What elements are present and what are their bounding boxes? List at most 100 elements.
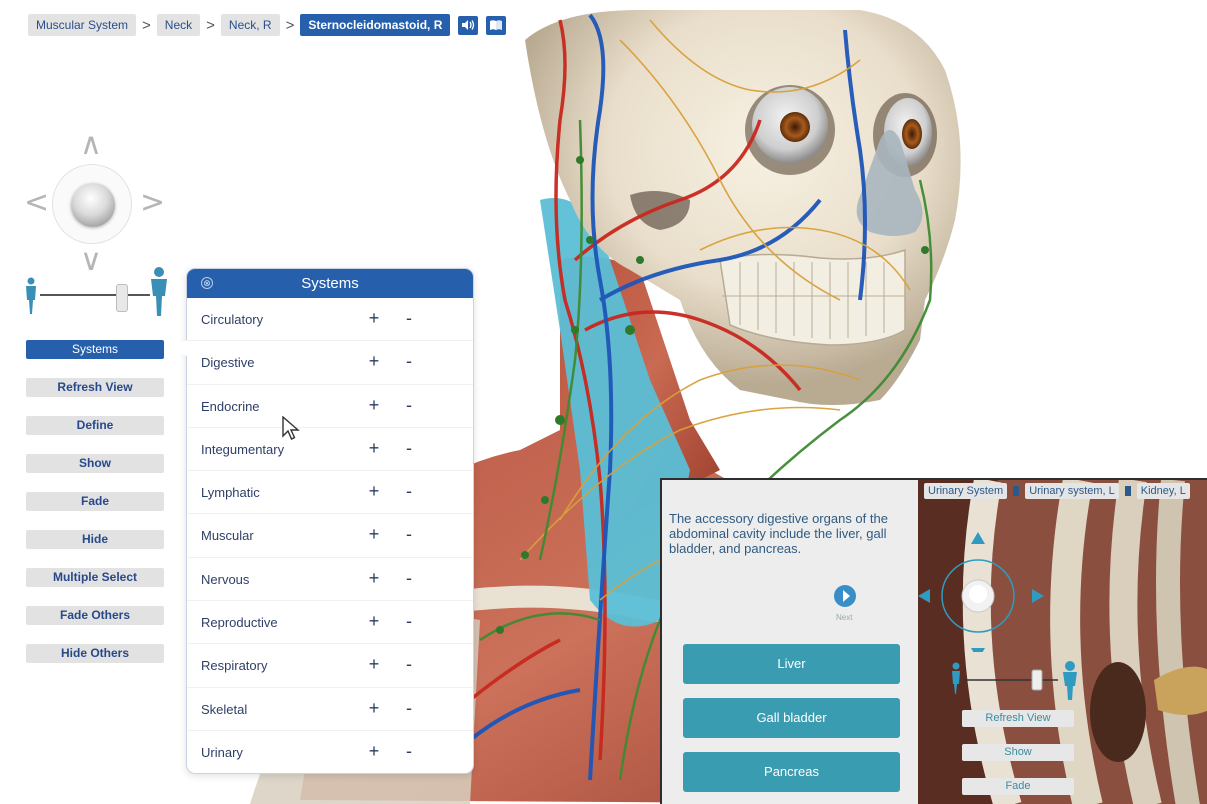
inset-breadcrumb: Urinary System Urinary system, L Kidney,… — [924, 483, 1190, 499]
system-row-lymphatic: Lymphatic + - — [187, 471, 473, 515]
system-row-circulatory: Circulatory + - — [187, 298, 473, 342]
add-system-button[interactable]: + — [367, 654, 381, 675]
left-toolbar: Systems Refresh View Define Show Fade Hi… — [26, 340, 164, 682]
depth-slider[interactable] — [22, 266, 172, 318]
inset-depth-slider[interactable] — [948, 660, 1088, 700]
rotate-right-arrow-icon[interactable]: > — [140, 188, 165, 218]
system-row-nervous: Nervous + - — [187, 558, 473, 602]
hide-button[interactable]: Hide — [26, 530, 164, 549]
pan-joystick[interactable] — [52, 164, 132, 244]
refresh-view-button[interactable]: Refresh View — [26, 378, 164, 397]
breadcrumb-separator: > — [142, 16, 151, 34]
inset-show-button[interactable]: Show — [962, 744, 1074, 761]
inset-breadcrumb-kidney-l[interactable]: Kidney, L — [1136, 483, 1190, 499]
remove-system-button[interactable]: - — [404, 741, 414, 762]
add-system-button[interactable]: + — [367, 568, 381, 589]
small-body-icon — [26, 277, 36, 314]
inset-right-arrow-icon — [1032, 589, 1044, 603]
inset-breadcrumb-urinary-system-l[interactable]: Urinary system, L — [1025, 483, 1119, 499]
show-button[interactable]: Show — [26, 454, 164, 473]
remove-system-button[interactable]: - — [404, 481, 414, 502]
breadcrumb-separator-icon — [1013, 486, 1020, 496]
answer-liver-button[interactable]: Liver — [683, 644, 900, 684]
add-system-button[interactable]: + — [367, 698, 381, 719]
slider-thumb[interactable] — [116, 284, 128, 312]
book-button[interactable] — [486, 15, 507, 35]
system-row-respiratory: Respiratory + - — [187, 644, 473, 688]
systems-panel: ⊗ Systems Circulatory + - Digestive + - Endo… — [186, 268, 474, 774]
system-name[interactable]: Muscular — [201, 528, 254, 543]
system-name[interactable]: Nervous — [201, 572, 249, 587]
remove-system-button[interactable]: - — [404, 698, 414, 719]
remove-system-button[interactable]: - — [404, 654, 414, 675]
add-system-button[interactable]: + — [367, 741, 381, 762]
joystick-knob[interactable] — [71, 183, 115, 227]
rotate-up-arrow-icon[interactable]: ∧ — [80, 130, 102, 160]
add-system-button[interactable]: + — [367, 481, 381, 502]
fade-button[interactable]: Fade — [26, 492, 164, 511]
remove-system-button[interactable]: - — [404, 308, 414, 329]
inset-quiz-window: The accessory digestive organs of the ab… — [660, 478, 1207, 804]
inset-down-arrow-icon — [971, 648, 985, 652]
system-row-urinary: Urinary + - — [187, 731, 473, 773]
system-name[interactable]: Circulatory — [201, 312, 263, 327]
breadcrumb-neck-r[interactable]: Neck, R — [220, 14, 280, 36]
hide-others-button[interactable]: Hide Others — [26, 644, 164, 663]
system-row-digestive: Digestive + - — [187, 341, 473, 385]
system-row-reproductive: Reproductive + - — [187, 601, 473, 645]
systems-button[interactable]: Systems — [26, 340, 164, 359]
system-name[interactable]: Reproductive — [201, 615, 278, 630]
add-system-button[interactable]: + — [367, 395, 381, 416]
remove-system-button[interactable]: - — [404, 438, 414, 459]
inset-refresh-view-button[interactable]: Refresh View — [962, 710, 1074, 727]
inset-pan-joystick[interactable] — [918, 522, 1048, 652]
rotate-left-arrow-icon[interactable]: < — [24, 188, 49, 218]
add-system-button[interactable]: + — [367, 524, 381, 545]
close-icon[interactable]: ⊗ — [201, 277, 213, 289]
inset-breadcrumb-urinary-system[interactable]: Urinary System — [924, 483, 1008, 499]
system-row-integumentary: Integumentary + - — [187, 428, 473, 472]
inset-large-body-icon — [1065, 661, 1075, 671]
system-name[interactable]: Digestive — [201, 355, 254, 370]
define-button[interactable]: Define — [26, 416, 164, 435]
speaker-icon — [462, 20, 475, 30]
next-label: Next — [836, 613, 853, 622]
add-system-button[interactable]: + — [367, 611, 381, 632]
remove-system-button[interactable]: - — [404, 568, 414, 589]
quiz-panel: The accessory digestive organs of the ab… — [662, 480, 918, 804]
inset-small-body-icon — [952, 662, 960, 670]
add-system-button[interactable]: + — [367, 438, 381, 459]
remove-system-button[interactable]: - — [404, 395, 414, 416]
inset-3d-view[interactable]: Urinary System Urinary system, L Kidney,… — [918, 480, 1207, 804]
systems-panel-header: ⊗ Systems — [187, 269, 473, 298]
book-icon — [490, 20, 503, 30]
breadcrumb-neck[interactable]: Neck — [156, 14, 201, 36]
multiple-select-button[interactable]: Multiple Select — [26, 568, 164, 587]
add-system-button[interactable]: + — [367, 308, 381, 329]
large-body-icon — [151, 267, 167, 316]
speaker-button[interactable] — [458, 15, 479, 35]
system-name[interactable]: Respiratory — [201, 658, 267, 673]
answer-gall-bladder-button[interactable]: Gall bladder — [683, 698, 900, 738]
fade-others-button[interactable]: Fade Others — [26, 606, 164, 625]
remove-system-button[interactable]: - — [404, 524, 414, 545]
remove-system-button[interactable]: - — [404, 351, 414, 372]
system-name[interactable]: Urinary — [201, 745, 243, 760]
system-name[interactable]: Endocrine — [201, 399, 260, 414]
system-name[interactable]: Skeletal — [201, 702, 247, 717]
system-name[interactable]: Lymphatic — [201, 485, 260, 500]
next-button[interactable] — [834, 585, 856, 607]
system-row-muscular: Muscular + - — [187, 514, 473, 558]
answer-pancreas-button[interactable]: Pancreas — [683, 752, 900, 792]
remove-system-button[interactable]: - — [404, 611, 414, 632]
breadcrumb-muscular-system[interactable]: Muscular System — [28, 14, 137, 36]
breadcrumb-separator-icon — [1124, 486, 1131, 496]
systems-panel-pointer — [172, 340, 187, 356]
system-row-endocrine: Endocrine + - — [187, 385, 473, 428]
inset-fade-button[interactable]: Fade — [962, 778, 1074, 795]
add-system-button[interactable]: + — [367, 351, 381, 372]
system-name[interactable]: Integumentary — [201, 442, 284, 457]
breadcrumb-separator: > — [285, 16, 295, 34]
breadcrumb-sternocleidomastoid-r[interactable]: Sternocleidomastoid, R — [300, 14, 451, 36]
slider-track[interactable] — [40, 294, 150, 296]
